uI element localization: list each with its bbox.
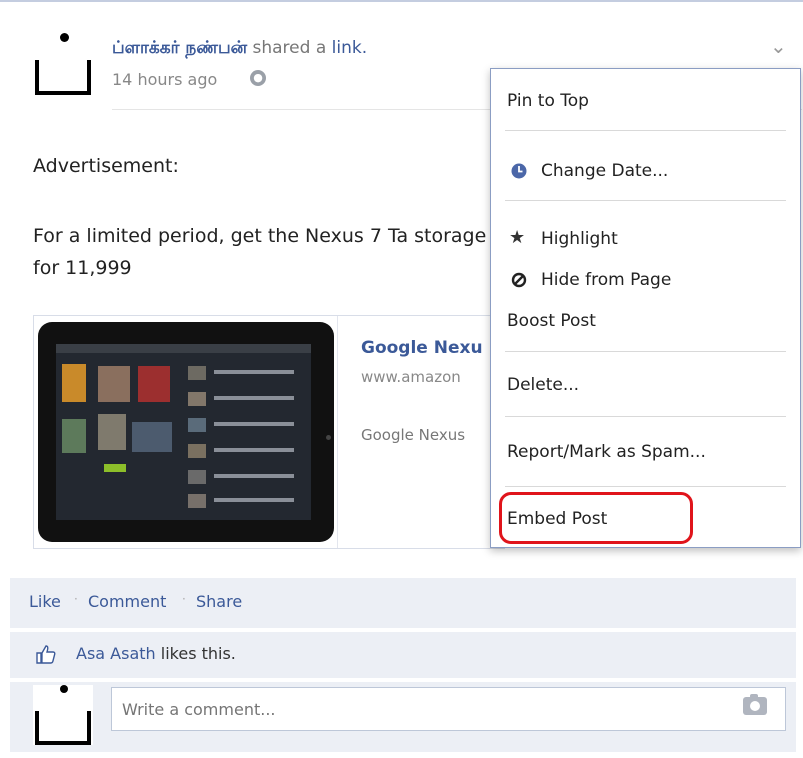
tablet-screen [56,344,311,520]
menu-item-pin-to-top[interactable]: Pin to Top [507,91,589,111]
list-thumb [188,470,206,484]
post-timestamp[interactable]: 14 hours ago [112,70,217,89]
share-link[interactable]: Share [196,592,242,611]
action-separator: · [74,592,78,606]
likes-summary: Asa Asath likes this. [76,644,236,663]
buy-button-mini [104,464,126,472]
list-text [214,474,294,478]
menu-divider [505,416,786,417]
page-avatar[interactable] [33,33,93,95]
post-header: ப்ளாக்கர் நண்பன் shared a link. [112,38,367,60]
chevron-down-icon[interactable]: ⌄ [770,34,787,58]
top-divider [0,0,803,2]
list-thumb [188,392,206,406]
post-options-menu: Pin to Top Change Date... ★ Highlight Hi… [490,68,801,548]
app-tile [98,366,130,402]
camera-icon[interactable] [743,694,767,715]
menu-item-label: Report/Mark as Spam... [507,442,706,462]
preview-url: www.amazon [361,368,461,386]
action-separator: · [182,592,186,606]
preview-description: Google Nexus [361,426,466,444]
list-text [214,370,294,374]
menu-item-highlight[interactable]: ★ Highlight [509,227,618,249]
menu-item-boost-post[interactable]: Boost Post [507,311,596,331]
menu-item-label: Pin to Top [507,91,589,111]
app-tile [62,364,86,402]
liker-name[interactable]: Asa Asath [76,644,156,663]
menu-item-label: Delete... [507,375,580,395]
clock-icon [511,163,527,179]
app-tile [132,422,172,452]
post-text-advertisement: Advertisement: [33,155,179,177]
shared-link[interactable]: link. [332,38,367,58]
post-text-promo: For a limited period, get the Nexus 7 Ta… [33,225,487,279]
menu-item-label: Highlight [541,229,618,249]
comment-link[interactable]: Comment [88,592,166,611]
list-thumb [188,366,206,380]
avatar-dot [60,685,68,693]
menu-item-label: Change Date... [541,161,669,181]
app-tile [62,419,86,453]
annotation-highlight-ring [499,492,693,544]
link-preview[interactable]: Google Nexu www.amazon Google Nexus [33,315,505,549]
globe-icon[interactable]: ● [250,70,266,86]
action-bar: Like · Comment · Share [10,578,796,628]
like-link[interactable]: Like [29,592,61,611]
list-text [214,396,294,400]
menu-item-change-date[interactable]: Change Date... [511,161,669,181]
avatar-u-shape [35,60,91,95]
hide-icon [511,272,527,288]
list-thumb [188,444,206,458]
list-thumb [188,418,206,432]
preview-divider [337,316,338,548]
likes-bar: Asa Asath likes this. [10,632,796,678]
avatar-dot [60,33,69,42]
preview-title[interactable]: Google Nexu [361,338,483,358]
preview-thumbnail[interactable] [38,322,334,542]
commenter-avatar[interactable] [33,685,93,745]
avatar-u-shape [35,711,91,745]
menu-item-hide-from-page[interactable]: Hide from Page [511,270,672,290]
author-name[interactable]: ப்ளாக்கர் நண்பன் [112,38,247,58]
menu-item-label: Hide from Page [541,270,672,290]
menu-divider [505,351,786,352]
comment-input[interactable] [111,687,786,731]
list-text [214,448,294,452]
thumbs-up-icon [36,645,56,664]
app-tile [98,414,126,450]
menu-item-report-spam[interactable]: Report/Mark as Spam... [507,442,706,462]
shared-text: shared a [247,38,332,58]
likes-suffix: likes this. [155,644,236,663]
app-tile [138,366,170,402]
menu-divider [505,486,786,487]
list-thumb [188,494,206,508]
list-text [214,498,294,502]
menu-divider [505,200,786,201]
menu-item-label: Boost Post [507,311,596,331]
menu-divider [505,130,786,131]
menu-item-delete[interactable]: Delete... [507,375,579,395]
list-text [214,422,294,426]
star-icon: ★ [509,227,526,248]
tablet-camera [326,435,331,440]
screen-topbar [56,344,311,353]
